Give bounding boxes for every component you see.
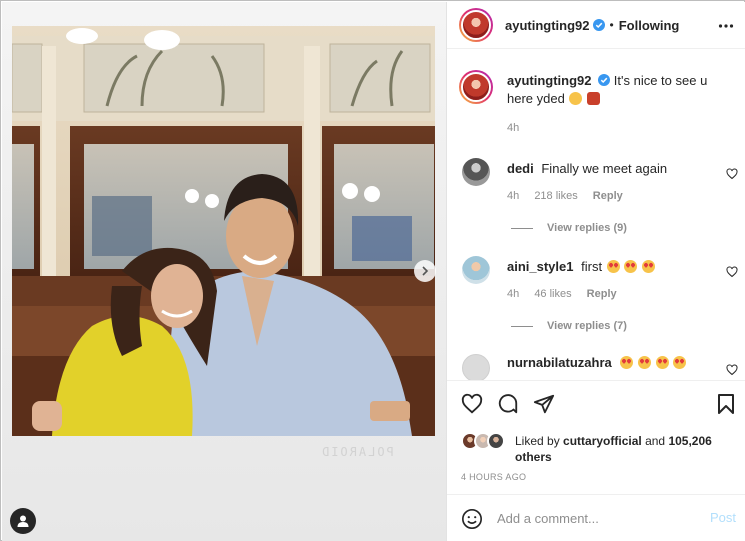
liked-by-and: and [645,434,666,448]
share-icon[interactable] [533,393,555,415]
more-icon[interactable] [718,18,734,34]
replies-divider [511,227,533,229]
post-details-panel: ayutingting92 • Following ayutingting92 [446,2,745,541]
view-replies-button[interactable]: View replies (9) [511,222,627,234]
add-comment-bar: Post [447,494,745,541]
caption-username[interactable]: ayutingting92 [507,73,592,88]
user-tag-icon [17,515,29,527]
commenter-avatar[interactable] [462,158,490,186]
heart-eyes-emoji [624,260,638,273]
post-actions: Liked by cuttaryofficial and 105,206 oth… [447,380,745,494]
comment-likes[interactable]: 46 likes [534,288,571,300]
comment-time: 4h [507,190,520,202]
comment-meta: 4h 218 likes Reply [507,190,635,202]
comment-meta: 4h 46 likes Reply [507,288,629,300]
comment-input[interactable] [497,508,697,528]
smile-icon[interactable] [461,508,483,530]
heart-eyes-emoji [638,356,651,369]
liker-avatar [487,432,505,450]
comment-text: aini_style1 first [507,258,717,276]
liked-by-text: Liked by cuttaryofficial and 105,206 oth… [515,433,725,465]
heart-eyes-emoji [641,260,655,273]
comments-list[interactable]: ayutingting92 It's nice to see u here yd… [447,50,745,380]
view-replies-label: View replies (9) [547,222,627,234]
instagram-post-window: POLAROID ayutingting92 • Following ayuti… [0,0,745,541]
like-comment-heart-icon[interactable] [726,168,738,180]
caption-avatar-image [461,72,491,102]
view-replies-label: View replies (7) [547,320,627,332]
post-photo[interactable] [12,26,435,436]
author-username[interactable]: ayutingting92 [505,18,590,33]
comment-time: 4h [507,288,520,300]
chevron-right-icon [422,266,429,276]
commenter-username[interactable]: dedi [507,161,534,176]
post-media[interactable]: POLAROID [2,2,446,541]
blushing-face-emoji [569,92,583,105]
heart-eyes-emoji [655,356,669,369]
comment-body: first [581,259,603,274]
heart-eyes-emoji [620,356,634,369]
following-button[interactable]: Following [619,18,680,33]
comment-likes[interactable]: 218 likes [534,190,577,202]
reply-button[interactable]: Reply [593,190,623,202]
author-avatar-image [461,10,491,40]
heart-icon[interactable] [461,393,483,415]
separator-dot: • [609,18,614,32]
view-replies-button[interactable]: View replies (7) [511,320,627,332]
liked-by-avatars[interactable] [461,432,505,450]
action-buttons [461,393,555,415]
next-photo-button[interactable] [414,260,436,282]
author-avatar[interactable] [459,8,493,42]
liked-by-user[interactable]: cuttaryofficial [563,434,642,448]
comment-text: nurnabilatuzahra [507,354,717,372]
caption-text: ayutingting92 It's nice to see u here yd… [507,72,735,108]
dancer-emoji [587,92,601,105]
comment-icon[interactable] [497,393,519,415]
post-header: ayutingting92 • Following [447,2,745,49]
couple-photo [12,26,435,436]
post-timestamp[interactable]: 4 HOURS AGO [461,472,526,482]
replies-divider [511,325,533,327]
reply-button[interactable]: Reply [587,288,617,300]
verified-icon [592,19,605,31]
comment-body: Finally we meet again [541,161,668,176]
tagged-users-button[interactable] [10,508,36,534]
commenter-username[interactable]: nurnabilatuzahra [507,355,612,370]
caption-time: 4h [507,122,520,134]
like-comment-heart-icon[interactable] [726,266,738,278]
heart-eyes-emoji [606,260,620,273]
commenter-username[interactable]: aini_style1 [507,259,574,274]
bookmark-icon[interactable] [716,393,736,415]
verified-icon [598,74,611,86]
heart-eyes-emoji [673,356,687,369]
like-comment-heart-icon[interactable] [726,364,738,376]
post-comment-button[interactable]: Post [710,510,736,525]
caption-avatar[interactable] [459,70,493,104]
liked-by-prefix: Liked by [515,434,560,448]
commenter-avatar[interactable] [462,354,490,380]
polaroid-watermark: POLAROID [320,445,394,459]
commenter-avatar[interactable] [462,256,490,284]
comment-text: dedi Finally we meet again [507,160,717,178]
